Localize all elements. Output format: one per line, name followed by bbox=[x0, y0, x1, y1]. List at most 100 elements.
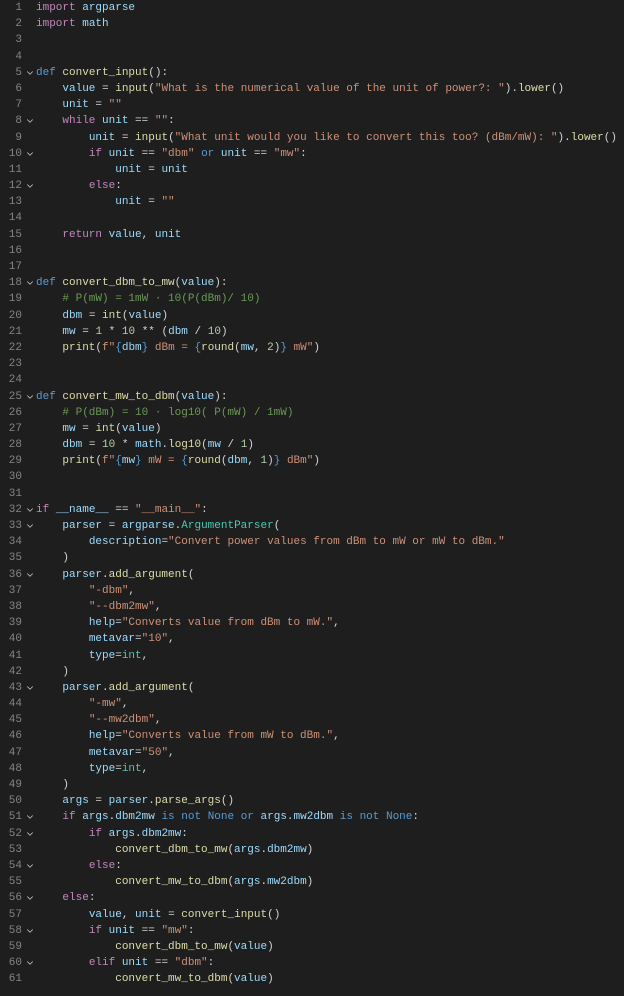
fold-chevron-icon[interactable] bbox=[24, 521, 36, 531]
code-line[interactable]: dbm = 10 * math.log10(mw / 1) bbox=[36, 437, 624, 453]
code-line[interactable]: args = parser.parse_args() bbox=[36, 793, 624, 809]
code-line[interactable]: parser = argparse.ArgumentParser( bbox=[36, 518, 624, 534]
line-number: 61 bbox=[9, 971, 24, 987]
code-line[interactable]: "--mw2dbm", bbox=[36, 712, 624, 728]
code-line[interactable] bbox=[36, 32, 624, 48]
fold-chevron-icon[interactable] bbox=[24, 926, 36, 936]
code-line[interactable] bbox=[36, 372, 624, 388]
code-line[interactable]: ) bbox=[36, 550, 624, 566]
line-number: 13 bbox=[9, 194, 24, 210]
gutter-line: 26 bbox=[0, 405, 36, 421]
fold-chevron-icon[interactable] bbox=[24, 116, 36, 126]
fold-chevron-icon[interactable] bbox=[24, 812, 36, 822]
code-line[interactable]: unit = "" bbox=[36, 97, 624, 113]
code-line[interactable]: if unit == "mw": bbox=[36, 923, 624, 939]
fold-chevron-icon[interactable] bbox=[24, 893, 36, 903]
line-number: 59 bbox=[9, 939, 24, 955]
code-line[interactable]: metavar="10", bbox=[36, 631, 624, 647]
code-line[interactable]: mw = int(value) bbox=[36, 421, 624, 437]
code-line[interactable]: return value, unit bbox=[36, 227, 624, 243]
code-line[interactable] bbox=[36, 243, 624, 259]
code-line[interactable]: # P(dBm) = 10 · log10( P(mW) / 1mW) bbox=[36, 405, 624, 421]
line-number: 38 bbox=[9, 599, 24, 615]
code-line[interactable]: unit = input("What unit would you like t… bbox=[36, 130, 624, 146]
code-line[interactable]: dbm = int(value) bbox=[36, 308, 624, 324]
code-line[interactable]: def convert_input(): bbox=[36, 65, 624, 81]
code-line[interactable]: help="Converts value from dBm to mW.", bbox=[36, 615, 624, 631]
code-line[interactable]: "-mw", bbox=[36, 696, 624, 712]
code-line[interactable]: print(f"{dbm} dBm = {round(mw, 2)} mW") bbox=[36, 340, 624, 356]
code-line[interactable]: convert_dbm_to_mw(args.dbm2mw) bbox=[36, 842, 624, 858]
code-line[interactable]: convert_mw_to_dbm(args.mw2dbm) bbox=[36, 874, 624, 890]
code-line[interactable]: type=int, bbox=[36, 648, 624, 664]
code-line[interactable]: if args.dbm2mw is not None or args.mw2db… bbox=[36, 809, 624, 825]
code-line[interactable]: value = input("What is the numerical val… bbox=[36, 81, 624, 97]
code-area[interactable]: import argparseimport math def convert_in… bbox=[36, 0, 624, 987]
fold-chevron-icon[interactable] bbox=[24, 149, 36, 159]
line-number: 35 bbox=[9, 550, 24, 566]
code-line[interactable]: "--dbm2mw", bbox=[36, 599, 624, 615]
line-number: 5 bbox=[15, 65, 24, 81]
code-line[interactable]: description="Convert power values from d… bbox=[36, 534, 624, 550]
code-line[interactable]: "-dbm", bbox=[36, 583, 624, 599]
line-number: 36 bbox=[9, 567, 24, 583]
gutter-line: 49 bbox=[0, 777, 36, 793]
gutter-line: 28 bbox=[0, 437, 36, 453]
code-line[interactable]: ) bbox=[36, 664, 624, 680]
code-line[interactable]: import argparse bbox=[36, 0, 624, 16]
code-line[interactable]: mw = 1 * 10 ** (dbm / 10) bbox=[36, 324, 624, 340]
line-number: 37 bbox=[9, 583, 24, 599]
code-line[interactable] bbox=[36, 259, 624, 275]
code-line[interactable]: else: bbox=[36, 178, 624, 194]
fold-chevron-icon[interactable] bbox=[24, 278, 36, 288]
code-line[interactable]: else: bbox=[36, 890, 624, 906]
gutter-line: 22 bbox=[0, 340, 36, 356]
code-line[interactable]: if __name__ == "__main__": bbox=[36, 502, 624, 518]
fold-chevron-icon[interactable] bbox=[24, 829, 36, 839]
line-number-gutter: 1234567891011121314151617181920212223242… bbox=[0, 0, 36, 987]
fold-chevron-icon[interactable] bbox=[24, 683, 36, 693]
fold-chevron-icon[interactable] bbox=[24, 570, 36, 580]
fold-chevron-icon[interactable] bbox=[24, 505, 36, 515]
code-line[interactable]: while unit == "": bbox=[36, 113, 624, 129]
code-line[interactable]: parser.add_argument( bbox=[36, 567, 624, 583]
code-line[interactable]: parser.add_argument( bbox=[36, 680, 624, 696]
code-line[interactable]: elif unit == "dbm": bbox=[36, 955, 624, 971]
code-line[interactable]: def convert_dbm_to_mw(value): bbox=[36, 275, 624, 291]
code-line[interactable]: metavar="50", bbox=[36, 745, 624, 761]
line-number: 57 bbox=[9, 907, 24, 923]
line-number: 24 bbox=[9, 372, 24, 388]
code-line[interactable]: if unit == "dbm" or unit == "mw": bbox=[36, 146, 624, 162]
code-line[interactable] bbox=[36, 210, 624, 226]
line-number: 30 bbox=[9, 469, 24, 485]
code-line[interactable]: unit = unit bbox=[36, 162, 624, 178]
code-line[interactable]: else: bbox=[36, 858, 624, 874]
gutter-line: 19 bbox=[0, 291, 36, 307]
code-line[interactable]: # P(mW) = 1mW · 10(P(dBm)/ 10) bbox=[36, 291, 624, 307]
code-line[interactable]: unit = "" bbox=[36, 194, 624, 210]
code-line[interactable]: help="Converts value from mW to dBm.", bbox=[36, 728, 624, 744]
code-line[interactable]: def convert_mw_to_dbm(value): bbox=[36, 389, 624, 405]
code-line[interactable] bbox=[36, 49, 624, 65]
code-line[interactable] bbox=[36, 356, 624, 372]
gutter-line: 59 bbox=[0, 939, 36, 955]
fold-chevron-icon[interactable] bbox=[24, 958, 36, 968]
code-editor[interactable]: 1234567891011121314151617181920212223242… bbox=[0, 0, 624, 987]
code-line[interactable] bbox=[36, 486, 624, 502]
gutter-line: 20 bbox=[0, 308, 36, 324]
code-line[interactable]: if args.dbm2mw: bbox=[36, 826, 624, 842]
code-line[interactable]: convert_mw_to_dbm(value) bbox=[36, 971, 624, 987]
code-line[interactable]: import math bbox=[36, 16, 624, 32]
code-line[interactable] bbox=[36, 469, 624, 485]
fold-chevron-icon[interactable] bbox=[24, 181, 36, 191]
code-line[interactable]: value, unit = convert_input() bbox=[36, 907, 624, 923]
code-line[interactable]: print(f"{mw} mW = {round(dbm, 1)} dBm") bbox=[36, 453, 624, 469]
fold-chevron-icon[interactable] bbox=[24, 68, 36, 78]
code-line[interactable]: type=int, bbox=[36, 761, 624, 777]
fold-chevron-icon[interactable] bbox=[24, 392, 36, 402]
fold-chevron-icon[interactable] bbox=[24, 861, 36, 871]
code-line[interactable]: convert_dbm_to_mw(value) bbox=[36, 939, 624, 955]
gutter-line: 13 bbox=[0, 194, 36, 210]
line-number: 1 bbox=[15, 0, 24, 16]
code-line[interactable]: ) bbox=[36, 777, 624, 793]
